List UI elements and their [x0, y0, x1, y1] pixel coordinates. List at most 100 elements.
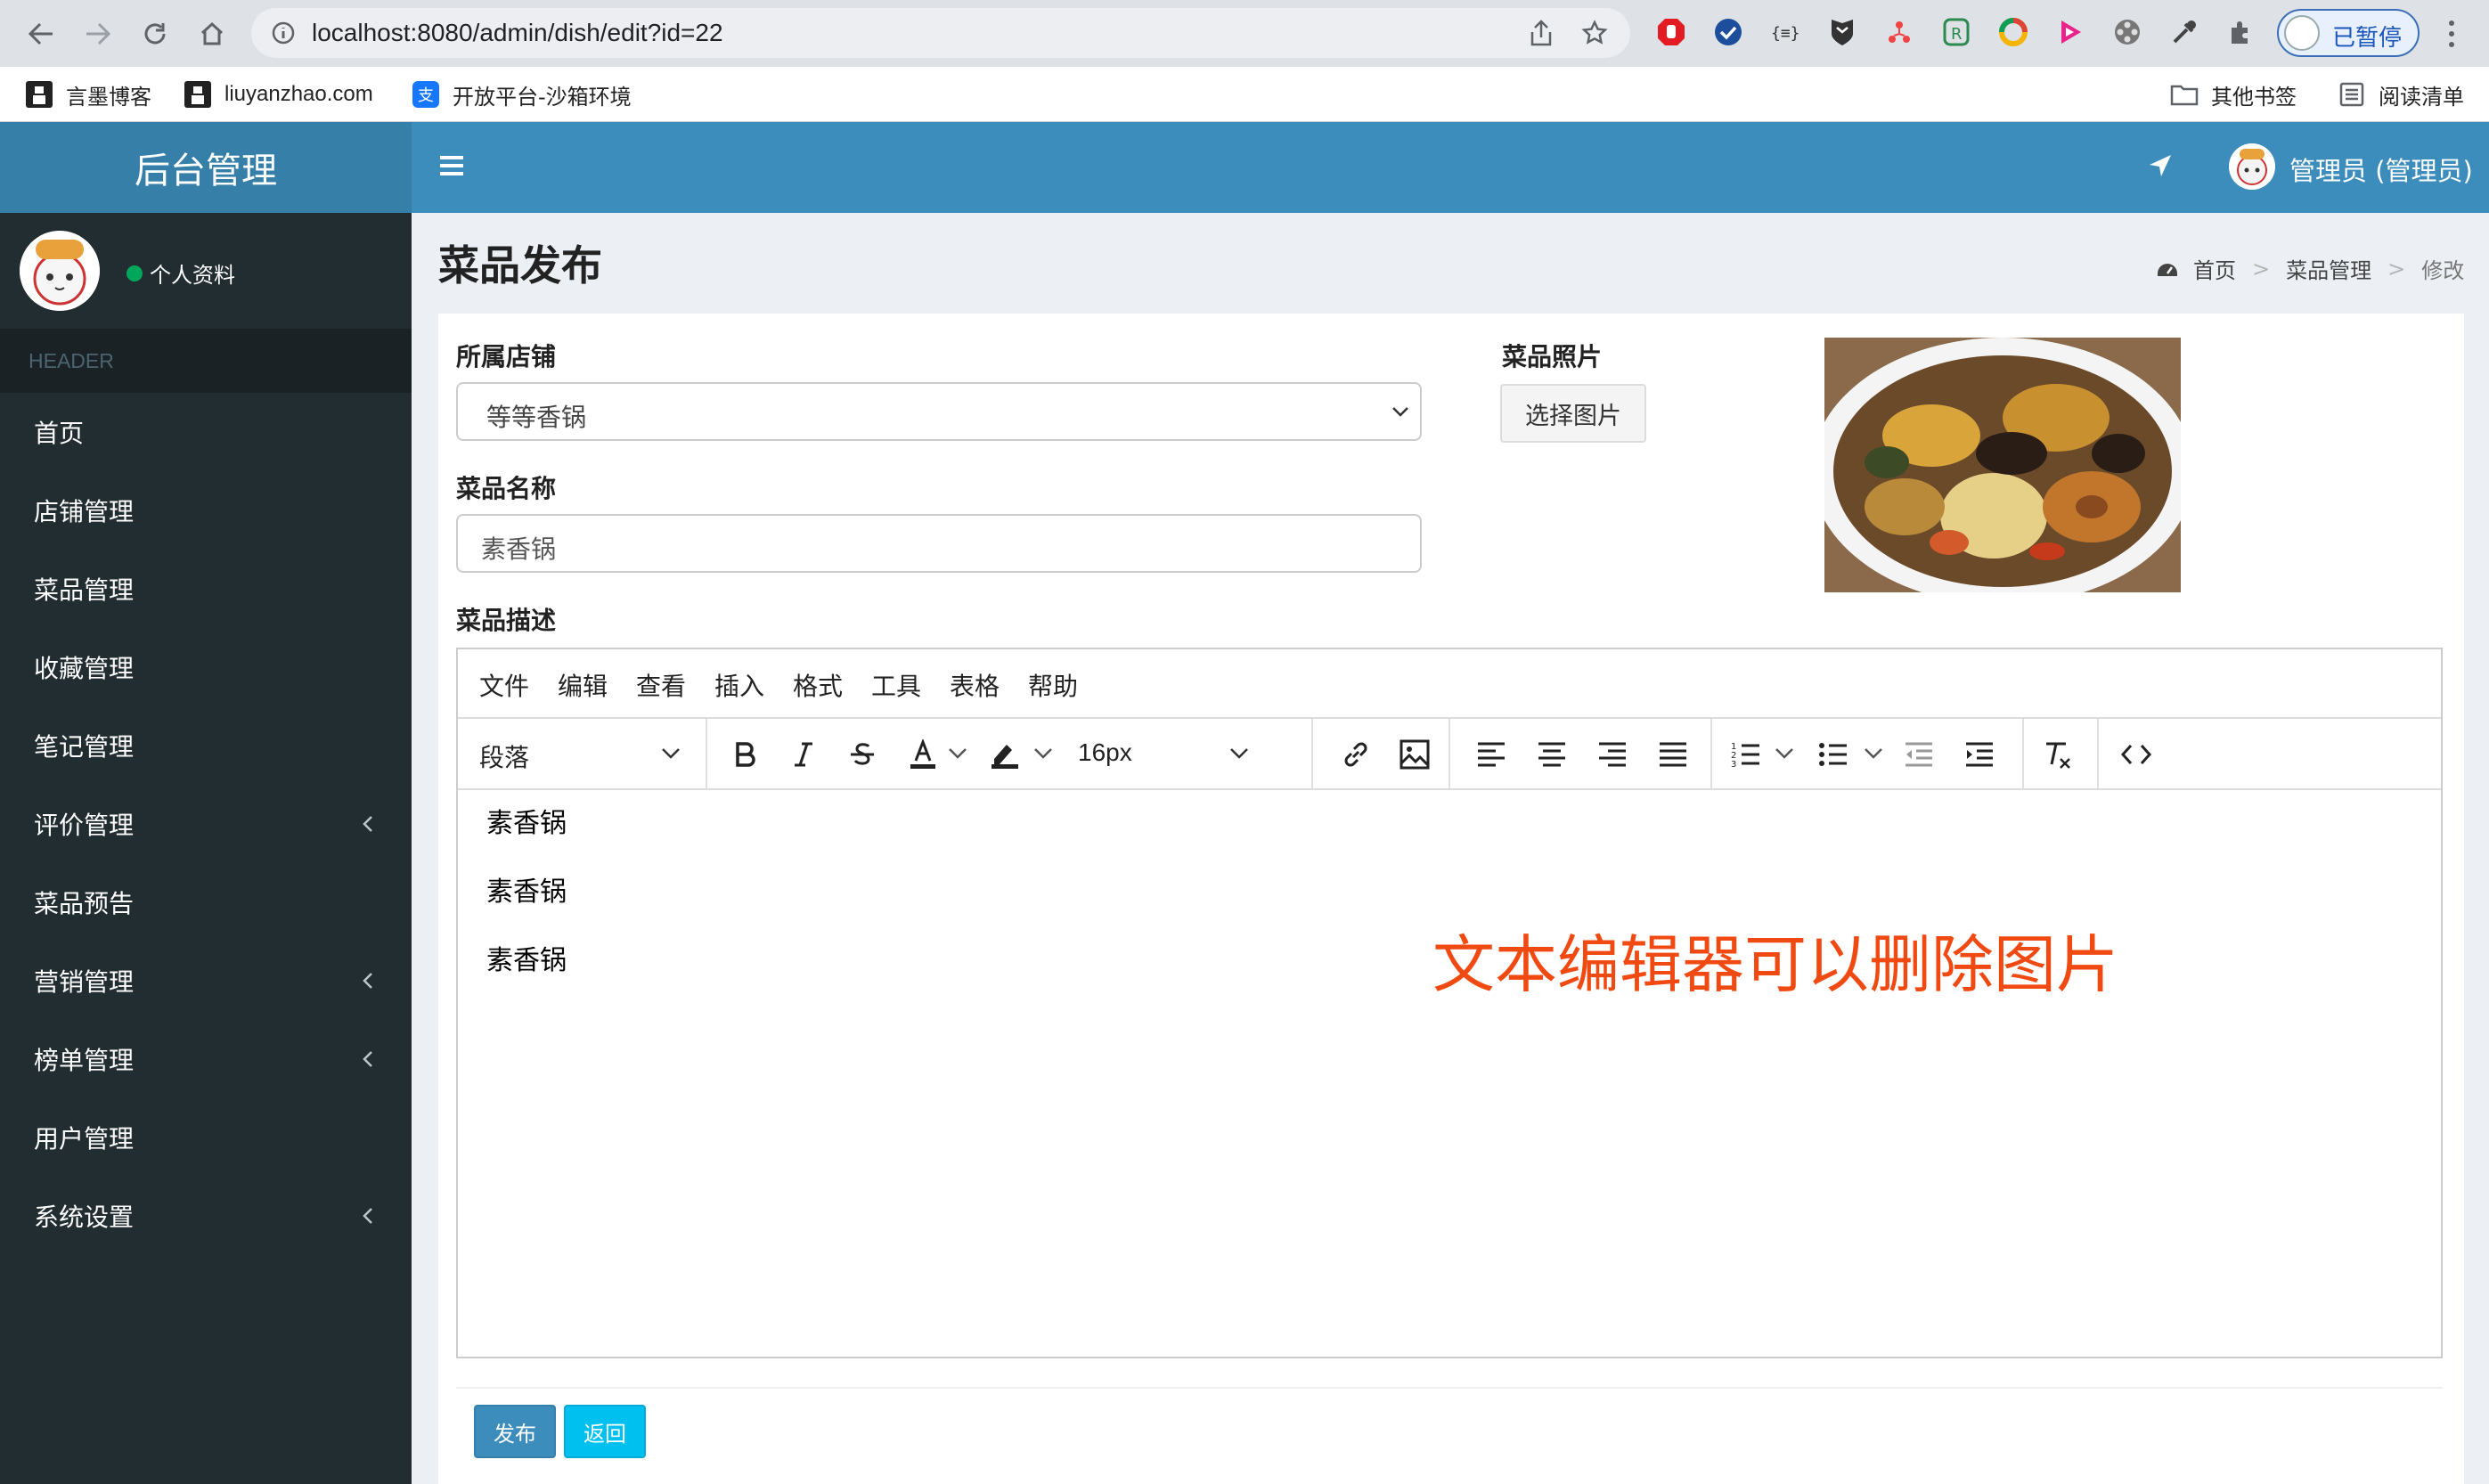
outdent-icon[interactable] — [1899, 735, 1938, 774]
menu-file[interactable]: 文件 — [479, 667, 529, 703]
sidebar-item-dish-preview[interactable]: 菜品预告 — [0, 863, 412, 942]
sidebar-item-label: 榜单管理 — [34, 1046, 135, 1075]
highlight-color-icon[interactable] — [985, 735, 1024, 774]
share-icon[interactable] — [1525, 17, 1557, 49]
dish-name-input[interactable]: 素香锅 — [456, 514, 1422, 573]
chevron-down-icon[interactable] — [1775, 747, 1794, 760]
location-arrow-icon[interactable] — [2147, 152, 2175, 181]
strikethrough-icon[interactable] — [843, 735, 882, 774]
breadcrumb-home[interactable]: 首页 — [2193, 253, 2236, 284]
sidebar-toggle-icon[interactable] — [438, 154, 465, 177]
url-text[interactable]: localhost:8080/admin/dish/edit?id=22 — [312, 19, 723, 47]
align-right-icon[interactable] — [1593, 735, 1632, 774]
adblock-extension-icon[interactable] — [1653, 14, 1689, 50]
menu-edit[interactable]: 编辑 — [558, 667, 608, 703]
bookmark-star-icon[interactable] — [1579, 17, 1611, 49]
dish-name-label: 菜品名称 — [456, 474, 557, 503]
source-code-icon[interactable] — [2117, 735, 2156, 774]
breadcrumb-separator: > — [2387, 256, 2406, 281]
back-icon[interactable] — [20, 12, 62, 55]
svg-text:R: R — [1951, 25, 1963, 44]
numbered-list-icon[interactable]: 123 — [1726, 735, 1766, 774]
chevron-down-icon[interactable] — [1864, 747, 1883, 760]
svg-text:3: 3 — [1731, 760, 1736, 769]
play-extension-icon[interactable] — [2052, 14, 2088, 50]
sidebar-item-favorites[interactable]: 收藏管理 — [0, 628, 412, 706]
menu-view[interactable]: 查看 — [636, 667, 686, 703]
chevron-down-icon — [1392, 407, 1408, 417]
check-extension-icon[interactable] — [1710, 14, 1746, 50]
home-icon[interactable] — [191, 12, 233, 55]
align-justify-icon[interactable] — [1653, 735, 1693, 774]
sidebar-item-label: 笔记管理 — [34, 732, 135, 762]
online-status[interactable]: 个人资料 — [126, 257, 235, 289]
forward-icon[interactable] — [77, 12, 119, 55]
sidebar-item-marketing[interactable]: 营销管理 — [0, 942, 412, 1020]
other-bookmarks[interactable]: 其他书签 — [2170, 67, 2297, 122]
tree-extension-icon[interactable] — [1881, 14, 1917, 50]
block-format-dropdown[interactable]: 段落 — [458, 719, 704, 788]
address-bar[interactable]: localhost:8080/admin/dish/edit?id=22 — [251, 8, 1630, 58]
image-icon[interactable] — [1395, 735, 1434, 774]
menu-format[interactable]: 格式 — [793, 667, 843, 703]
app-logo[interactable]: 后台管理 — [0, 122, 412, 213]
shop-select[interactable]: 等等香锅 — [456, 382, 1422, 441]
editor-toolbar: 段落 16px 1 2 3 — [458, 719, 2441, 790]
choose-image-button[interactable]: 选择图片 — [1500, 384, 1646, 443]
font-size-dropdown[interactable]: 16px — [1060, 719, 1265, 788]
r-extension-icon[interactable]: R — [1938, 14, 1974, 50]
film-extension-icon[interactable] — [2110, 14, 2145, 50]
publish-button[interactable]: 发布 — [474, 1405, 556, 1458]
menu-table[interactable]: 表格 — [950, 667, 1000, 703]
site-info-icon[interactable] — [267, 17, 299, 49]
sidebar-item-label: 首页 — [34, 419, 85, 448]
breadcrumb-separator: > — [2252, 256, 2271, 281]
sidebar-item-label: 营销管理 — [34, 967, 135, 997]
align-left-icon[interactable] — [1472, 735, 1511, 774]
menu-insert[interactable]: 插入 — [714, 667, 764, 703]
toolbar-divider — [706, 719, 707, 788]
link-icon[interactable] — [1336, 735, 1375, 774]
user-name[interactable]: 管理员 (管理员) — [2289, 151, 2473, 188]
rich-text-editor: 文件 编辑 查看 插入 格式 工具 表格 帮助 段落 16px 1 2 3 素香… — [456, 648, 2443, 1358]
sidebar-item-users[interactable]: 用户管理 — [0, 1098, 412, 1177]
bulleted-list-icon[interactable] — [1814, 735, 1853, 774]
json-extension-icon[interactable]: {≡} — [1767, 14, 1803, 50]
chevron-down-icon[interactable] — [948, 747, 967, 760]
sidebar-item-dishes[interactable]: 菜品管理 — [0, 550, 412, 628]
color-ring-extension-icon[interactable] — [1995, 14, 2031, 50]
bold-icon[interactable] — [725, 735, 764, 774]
editor-content[interactable]: 素香锅 素香锅 素香锅 文本编辑器可以删除图片 — [458, 790, 2441, 1357]
extensions-puzzle-icon[interactable] — [2224, 14, 2259, 50]
breadcrumb-dishes[interactable]: 菜品管理 — [2286, 253, 2371, 284]
shop-label: 所属店铺 — [456, 342, 557, 371]
menu-help[interactable]: 帮助 — [1028, 667, 1078, 703]
shield-extension-icon[interactable] — [1824, 14, 1860, 50]
sidebar-item-settings[interactable]: 系统设置 — [0, 1177, 412, 1255]
sidebar-item-home[interactable]: 首页 — [0, 393, 412, 471]
bookmark-item[interactable]: 言墨博客 — [25, 67, 151, 122]
text-color-icon[interactable] — [903, 735, 943, 774]
sidebar-item-notes[interactable]: 笔记管理 — [0, 706, 412, 785]
browser-menu-icon[interactable] — [2443, 18, 2460, 50]
reading-list[interactable]: 阅读清单 — [2338, 67, 2464, 122]
sidebar-item-label: 菜品预告 — [34, 889, 135, 918]
online-dot-icon — [126, 265, 143, 281]
user-avatar[interactable] — [2229, 143, 2275, 190]
bookmark-item[interactable]: 支 开放平台-沙箱环境 — [412, 67, 632, 122]
bookmark-item[interactable]: liuyanzhao.com — [184, 67, 373, 122]
chevron-down-icon[interactable] — [1033, 747, 1053, 760]
reload-icon[interactable] — [134, 12, 176, 55]
back-button[interactable]: 返回 — [564, 1405, 646, 1458]
sidebar-item-reviews[interactable]: 评价管理 — [0, 785, 412, 863]
italic-icon[interactable] — [784, 735, 823, 774]
eyedropper-extension-icon[interactable] — [2167, 14, 2202, 50]
clear-formatting-icon[interactable] — [2038, 735, 2077, 774]
align-center-icon[interactable] — [1532, 735, 1571, 774]
profile-label: 已暂停 — [2332, 25, 2403, 52]
sidebar-item-rankings[interactable]: 榜单管理 — [0, 1020, 412, 1098]
sidebar-item-shops[interactable]: 店铺管理 — [0, 471, 412, 550]
indent-icon[interactable] — [1960, 735, 1999, 774]
menu-tools[interactable]: 工具 — [871, 667, 921, 703]
profile-button[interactable]: 已暂停 — [2277, 9, 2420, 57]
